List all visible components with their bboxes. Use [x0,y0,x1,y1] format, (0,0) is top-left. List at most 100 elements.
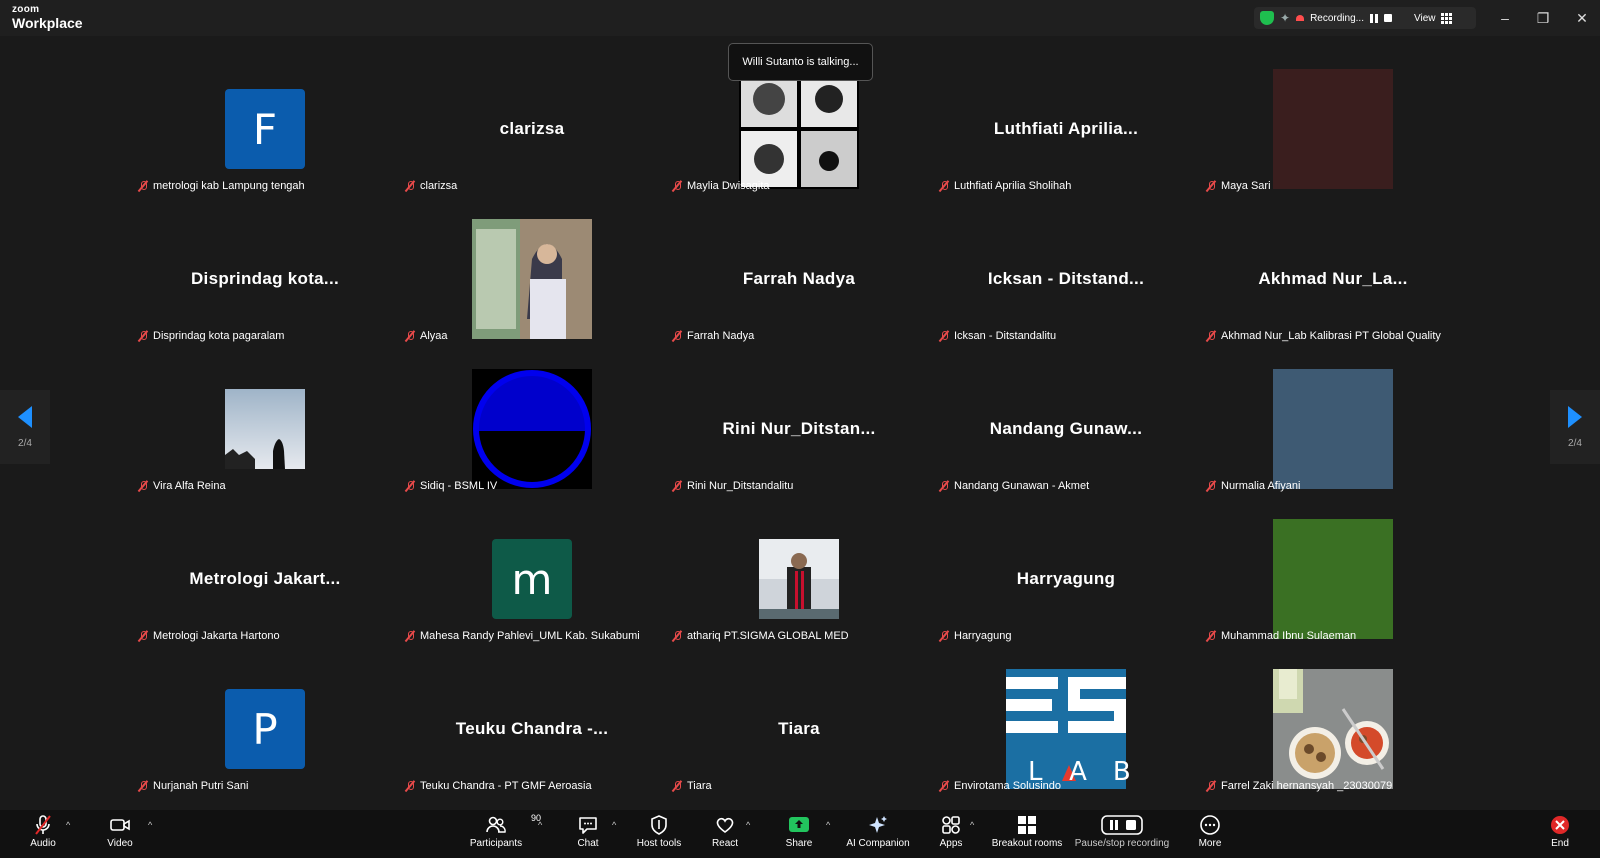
muted-mic-icon [1205,330,1217,342]
pause-stop-recording-button[interactable]: Pause/stop recording [1072,814,1172,849]
participant-video [402,364,662,494]
participant-tile[interactable]: Farrel Zaki hernansyah _23030079 [1203,664,1463,812]
stop-recording-icon[interactable] [1383,14,1392,22]
participant-tile[interactable]: Nandang Gunaw... Nandang Gunawan - Akmet [936,364,1196,512]
participant-tile[interactable]: Fmetrologi kab Lampung tengah [135,64,395,212]
participant-name: Nurmalia Afiyani [1221,480,1301,492]
muted-mic-icon [404,480,416,492]
participant-tile[interactable]: clarizsa clarizsa [402,64,662,212]
participant-tile[interactable]: Teuku Chandra -... Teuku Chandra - PT GMF… [402,664,662,812]
video-options-caret[interactable]: ^ [148,820,152,830]
participant-video: Teuku Chandra -... [402,664,662,794]
participant-tile[interactable]: Nurmalia Afiyani [1203,364,1463,512]
participant-name: athariq PT.SIGMA GLOBAL MED [687,630,849,642]
breakout-rooms-button[interactable]: Breakout rooms [986,814,1068,849]
participant-video: clarizsa [402,64,662,194]
participant-video [669,64,929,194]
muted-mic-icon [137,480,149,492]
participant-name-tag: Rini Nur_Ditstandalitu [671,478,793,494]
audio-options-caret[interactable]: ^ [66,820,70,830]
apps-options-caret[interactable]: ^ [970,820,974,830]
active-speaker-indicator: Willi Sutanto is talking... [728,43,873,81]
muted-mic-icon [671,180,683,192]
participant-tile[interactable]: Disprindag kota... Disprindag kota pagara… [135,214,395,362]
muted-mic-icon [938,180,950,192]
participant-video [1203,514,1463,644]
minimize-button[interactable]: – [1485,0,1525,36]
participants-icon: 90 [485,813,541,836]
participant-tile[interactable]: m Mahesa Randy Pahlevi_UML Kab. Sukabumi [402,514,662,662]
participant-tile[interactable]: Maylia Dwisagita [669,64,929,212]
avatar-initial: F [225,89,305,169]
participant-display-name: Farrah Nadya [742,269,856,288]
participant-tile[interactable]: athariq PT.SIGMA GLOBAL MED [669,514,929,662]
participant-tile[interactable]: Icksan - Ditstand... Icksan - Ditstandali… [936,214,1196,362]
participant-name-tag: Disprindag kota pagaralam [137,328,284,344]
restore-button[interactable]: ❐ [1523,0,1563,36]
chat-options-caret[interactable]: ^ [612,820,616,830]
participant-display-name: Disprindag kota... [190,269,340,288]
audio-label: Audio [30,838,56,849]
participant-tile[interactable]: Tiara Tiara [669,664,929,812]
participant-tile[interactable]: P Nurjanah Putri Sani [135,664,395,812]
participant-tile[interactable]: Luthfiati Aprilia... Luthfiati Aprilia Sh… [936,64,1196,212]
participant-video [402,214,662,344]
participant-tile[interactable]: Akhmad Nur_La... Akhmad Nur_Lab Kalibrasi… [1203,214,1463,362]
participant-display-name: Nandang Gunaw... [989,419,1143,438]
close-window-button[interactable]: ✕ [1562,0,1600,36]
encryption-shield-icon[interactable] [1260,11,1274,25]
participant-name-tag: Maya Sari [1205,178,1271,194]
participant-tile[interactable]: Harryagung Harryagung [936,514,1196,662]
apps-button[interactable]: Apps [911,814,991,849]
participant-name-tag: Farrel Zaki hernansyah _23030079 [1205,778,1392,794]
next-page-button[interactable]: 2/4 [1550,390,1600,464]
participant-video [1203,64,1463,194]
gallery-grid-icon[interactable] [1441,12,1453,24]
logo-workplace-text: Workplace [12,15,83,31]
audio-button[interactable]: Audio [3,814,83,849]
participant-name-tag: Maylia Dwisagita [671,178,770,194]
participants-button[interactable]: 90 Participants [456,813,541,849]
previous-page-button[interactable]: 2/4 [0,390,50,464]
muted-mic-icon [404,780,416,792]
muted-mic-icon [32,814,54,836]
participant-name: Disprindag kota pagaralam [153,330,285,342]
participant-name-tag: Nurjanah Putri Sani [137,778,248,794]
muted-mic-icon [1205,180,1217,192]
participant-tile[interactable]: Metrologi Jakart... Metrologi Jakarta Har… [135,514,395,662]
participant-video [135,364,395,494]
more-button[interactable]: More [1170,814,1250,849]
avatar-image [1273,519,1393,639]
end-meeting-button[interactable]: End [1520,814,1600,849]
participant-video: m [402,514,662,644]
participant-name: Teuku Chandra - PT GMF Aeroasia [420,780,592,792]
muted-mic-icon [137,630,149,642]
participants-options-caret[interactable]: ^ [538,820,542,830]
participant-name: Harryagung [954,630,1012,642]
participant-tile[interactable]: Rini Nur_Ditstan... Rini Nur_Ditstandalit… [669,364,929,512]
video-camera-icon [109,814,131,836]
participant-display-name: Teuku Chandra -... [455,719,609,738]
participant-tile[interactable]: Vira Alfa Reina [135,364,395,512]
ai-sparkle-icon[interactable]: ✦ [1280,11,1290,25]
pause-stop-icon [1100,814,1144,836]
participant-tile[interactable]: LAB Envirotama Solusindo [936,664,1196,812]
participant-tile[interactable]: Farrah Nadya Farrah Nadya [669,214,929,362]
view-button[interactable]: View [1414,13,1436,24]
participant-tile[interactable]: Sidiq - BSML IV [402,364,662,512]
arrow-right-icon [1568,405,1582,428]
pause-stop-recording-label: Pause/stop recording [1074,838,1170,849]
avatar-image [1273,369,1393,489]
react-button[interactable]: React [685,814,765,849]
participant-display-name: Icksan - Ditstand... [987,269,1145,288]
participant-tile[interactable]: Maya Sari [1203,64,1463,212]
meeting-toolbar: Audio ^ Video ^ 90 Participants ^ Chat ^ [0,810,1600,858]
participant-tile[interactable]: Muhammad Ibnu Sulaeman [1203,514,1463,662]
pause-recording-icon[interactable] [1369,13,1378,23]
participant-video: Rini Nur_Ditstan... [669,364,929,494]
react-options-caret[interactable]: ^ [746,820,750,830]
ai-companion-button[interactable]: AI Companion [838,814,918,849]
muted-mic-icon [137,780,149,792]
share-options-caret[interactable]: ^ [826,820,830,830]
participant-tile[interactable]: Alyaa [402,214,662,362]
